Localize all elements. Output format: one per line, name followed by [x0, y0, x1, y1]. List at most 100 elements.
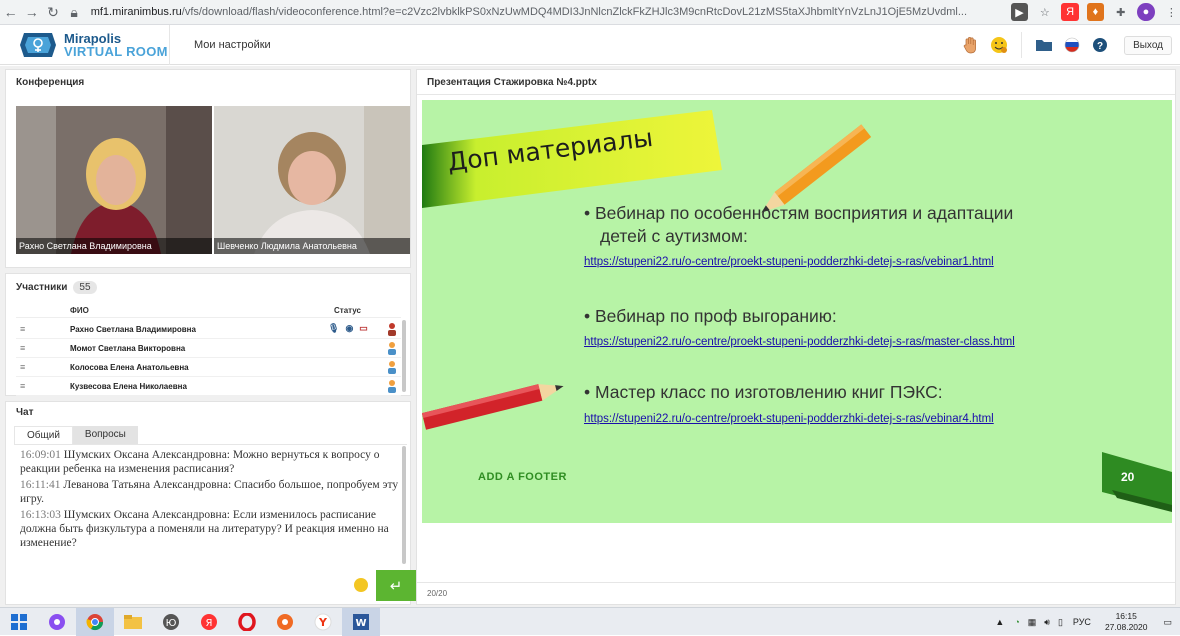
tray-app-icon[interactable]: ◔ [1014, 617, 1019, 627]
tray-expand-icon[interactable]: ▲ [995, 617, 1004, 627]
file-explorer-icon[interactable] [114, 608, 152, 636]
slide-link[interactable]: https://stupeni22.ru/o-centre/proekt-stu… [584, 336, 1015, 348]
chat-message-time: 16:11:41 [20, 479, 61, 491]
slide-link[interactable]: https://stupeni22.ru/o-centre/proekt-stu… [584, 413, 994, 425]
svg-text:Ю: Ю [166, 618, 177, 629]
battery-icon[interactable]: ▯ [1058, 617, 1063, 628]
forward-icon[interactable]: → [21, 1, 42, 23]
address-bar[interactable]: mf1.miranimbus.ru/vfs/download/flash/vid… [91, 6, 1005, 18]
participant-row[interactable]: ≡ Колосова Елена Анатольевна [16, 358, 401, 377]
chat-message-time: 16:13:03 [20, 509, 61, 521]
microphone-icon[interactable]: 🎙︎ [328, 323, 339, 334]
folder-icon[interactable] [1032, 33, 1056, 57]
presentation-title: Презентация Стажировка №4.pptx [427, 77, 597, 88]
column-header-name: ФИО [70, 306, 89, 315]
participant-name: Момот Светлана Викторовна [70, 344, 186, 353]
lock-icon[interactable]: 🔒︎ [64, 1, 85, 23]
svg-text:Y: Y [318, 616, 328, 629]
media-app-icon[interactable] [266, 608, 304, 636]
participants-table-header: ФИО Статус [16, 304, 401, 318]
opera-icon[interactable] [228, 608, 266, 636]
chat-scrollbar[interactable] [402, 446, 406, 564]
chat-title: Чат [16, 407, 34, 418]
extensions-puzzle-icon[interactable]: ✚ [1112, 3, 1129, 21]
participant-row[interactable]: ≡ Рахно Светлана Владимировна 🎙︎ ◉ ▭ [16, 320, 401, 339]
video-tile[interactable]: Шевченко Людмила Анатольевна [214, 106, 410, 254]
participant-name: Колосова Елена Анатольевна [70, 363, 189, 372]
chat-message: 16:13:03 Шумских Оксана Александровна: Е… [20, 508, 401, 550]
drag-handle-icon[interactable]: ≡ [20, 362, 30, 372]
webcam-icon[interactable]: ◉ [345, 323, 353, 334]
profile-avatar-icon[interactable]: ● [1137, 3, 1155, 21]
chat-message-time: 16:09:01 [20, 449, 61, 461]
yandex-icon[interactable]: Y [304, 608, 342, 636]
word-icon[interactable]: W [342, 607, 380, 636]
send-button[interactable]: ↵ [376, 570, 416, 601]
ok-extension-icon[interactable]: ♦ [1086, 3, 1105, 21]
help-icon[interactable]: ? [1088, 33, 1112, 57]
language-flag-icon[interactable] [1060, 33, 1084, 57]
camera-icon[interactable]: ▶ [1010, 3, 1029, 21]
yu-app-icon[interactable]: Ю [152, 608, 190, 636]
drag-handle-icon[interactable]: ≡ [20, 324, 30, 334]
chat-message: 16:09:01 Шумских Оксана Александровна: М… [20, 448, 401, 476]
url-domain: mf1.miranimbus.ru [90, 6, 182, 18]
raise-hand-icon[interactable] [959, 33, 983, 57]
browser-menu-icon[interactable]: ⋮ [1163, 3, 1180, 21]
svg-text:?: ? [1097, 41, 1103, 52]
smiley-icon[interactable] [354, 578, 368, 592]
slide: Доп материалы • Вебинар по особенностям … [422, 100, 1172, 523]
video-tile[interactable]: Рахно Светлана Владимировна [16, 106, 212, 254]
participant-row[interactable]: ≡ Момот Светлана Викторовна [16, 339, 401, 358]
participants-scrollbar[interactable] [402, 320, 406, 392]
windows-taskbar: Ю Я Y W ▲ ◔ ▦ 🔊︎ ▯ РУС 16:15 27.08.2020 … [0, 607, 1180, 636]
column-header-status: Статус [334, 306, 361, 315]
my-settings-link[interactable]: Мои настройки [194, 39, 271, 51]
tab-questions[interactable]: Вопросы [72, 426, 138, 444]
enter-arrow-icon: ↵ [389, 577, 403, 595]
alice-assistant-icon[interactable] [38, 608, 76, 636]
svg-text:W: W [355, 618, 366, 629]
windows-start-icon[interactable] [0, 608, 38, 636]
yandex-extension-icon[interactable]: Я [1061, 3, 1079, 21]
bookmark-star-icon[interactable]: ☆ [1036, 3, 1053, 21]
slide-footer-text: ADD A FOOTER [478, 471, 567, 483]
reload-icon[interactable]: ↻ [42, 1, 63, 23]
yandex-browser-icon[interactable]: Я [190, 608, 228, 636]
participant-row[interactable]: ≡ Кузвесова Елена Николаевна [16, 377, 401, 396]
presenter-avatar-icon [386, 322, 398, 336]
clock-time: 16:15 [1115, 611, 1137, 621]
participants-title: Участники [16, 282, 68, 293]
back-icon[interactable]: ← [0, 1, 21, 23]
url-path: /vfs/download/flash/videoconference.html… [181, 6, 968, 18]
screen-share-icon[interactable]: ▭ [359, 323, 368, 334]
browser-toolbar: ← → ↻ 🔒︎ mf1.miranimbus.ru/vfs/download/… [0, 0, 1180, 25]
user-avatar-icon [386, 379, 398, 393]
logo-subtitle: VIRTUAL ROOM [64, 43, 168, 59]
participants-count-badge: 55 [73, 281, 97, 294]
exit-button[interactable]: Выход [1124, 35, 1172, 55]
network-icon[interactable]: ▦ [1028, 617, 1037, 628]
language-indicator[interactable]: РУС [1073, 617, 1091, 627]
participant-name: Кузвесова Елена Николаевна [70, 382, 187, 391]
chat-input[interactable] [14, 570, 374, 601]
notifications-icon[interactable]: ▭ [1163, 617, 1172, 628]
drag-handle-icon[interactable]: ≡ [20, 381, 30, 391]
tab-general[interactable]: Общий [14, 426, 73, 444]
clock-date: 27.08.2020 [1104, 622, 1148, 632]
volume-icon[interactable]: 🔊︎ [1044, 617, 1050, 628]
slide-bullet-text: • Вебинар по особенностям восприятия и а… [584, 203, 1014, 223]
slide-number: 20 [1121, 470, 1135, 484]
emoji-icon[interactable] [987, 33, 1011, 57]
drag-handle-icon[interactable]: ≡ [20, 343, 30, 353]
mirapolis-logo: Mirapolis VIRTUAL ROOM [0, 24, 170, 65]
chrome-icon[interactable] [76, 607, 114, 636]
system-clock[interactable]: 16:15 27.08.2020 [1105, 611, 1148, 633]
slide-bullet-text: • Вебинар по проф выгоранию: [584, 306, 837, 326]
main-area: Конференция Рахно Светлана Владимировна [0, 66, 1180, 607]
app-header: Mirapolis VIRTUAL ROOM Мои настройки ? В… [0, 24, 1180, 65]
chat-message-text: Леванова Татьяна Александровна: Спасибо … [20, 479, 399, 505]
slide-link[interactable]: https://stupeni22.ru/o-centre/proekt-stu… [584, 256, 994, 268]
chat-message: 16:11:41 Леванова Татьяна Александровна:… [20, 478, 401, 506]
participant-name: Рахно Светлана Владимировна [70, 325, 196, 334]
